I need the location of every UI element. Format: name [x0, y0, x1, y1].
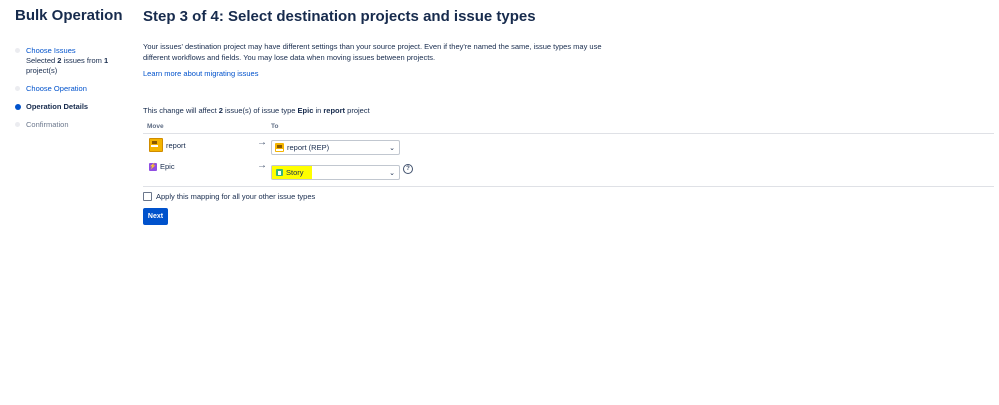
issue-type-select-value: Story — [286, 168, 304, 177]
col-move-header: Move — [147, 123, 164, 130]
step-operation-details: Operation Details — [14, 102, 130, 112]
project-icon — [275, 143, 284, 152]
from-project: report — [149, 138, 186, 152]
col-to-header: To — [271, 123, 279, 130]
step-choose-issues-summary: Selected 2 issues from 1 project(s) — [26, 56, 109, 75]
from-issue-type: ⚡ Epic — [149, 162, 175, 171]
mapping-table: Move To report → report (REP) ⌄ ⚡ Epic →… — [143, 120, 994, 187]
issue-type-select[interactable]: Story ⌄ — [271, 165, 400, 180]
table-row-project: report → report (REP) ⌄ — [143, 134, 994, 160]
step-choose-issues-link[interactable]: Choose Issues — [26, 46, 76, 55]
step-confirmation: Confirmation — [15, 120, 130, 130]
project-select[interactable]: report (REP) ⌄ — [271, 140, 400, 155]
project-icon — [149, 138, 163, 152]
step-operation-details-label: Operation Details — [26, 102, 89, 111]
steps-list: Choose Issues Selected 2 issues from 1 pr… — [14, 46, 130, 138]
apply-mapping-option[interactable]: Apply this mapping for all your other is… — [143, 192, 315, 201]
arrow-icon: → — [257, 137, 267, 148]
sidebar-title: Bulk Operation — [15, 7, 123, 24]
step-dot — [15, 122, 20, 127]
intro-text: Your issues' destination project may hav… — [143, 42, 602, 62]
main-content: Step 3 of 4: Select destination projects… — [143, 0, 999, 405]
story-icon — [276, 169, 283, 176]
step-dot — [15, 48, 20, 53]
affect-summary: This change will affect 2 issue(s) of is… — [143, 106, 370, 115]
step-choose-operation: Choose Operation — [15, 84, 130, 94]
chevron-down-icon: ⌄ — [389, 170, 395, 177]
step-choose-operation-link[interactable]: Choose Operation — [26, 84, 87, 93]
project-select-value: report (REP) — [287, 143, 330, 152]
step-dot — [15, 86, 20, 91]
table-header: Move To — [143, 120, 994, 134]
arrow-icon: → — [257, 160, 267, 171]
epic-icon: ⚡ — [149, 162, 157, 171]
page-title: Step 3 of 4: Select destination projects… — [143, 8, 536, 25]
sidebar: Bulk Operation Choose Issues Selected 2 … — [0, 0, 130, 405]
chevron-down-icon: ⌄ — [389, 145, 395, 152]
table-row-issue-type: ⚡ Epic → Story ⌄ ? — [143, 160, 994, 187]
next-button[interactable]: Next — [143, 208, 168, 225]
apply-mapping-label: Apply this mapping for all your other is… — [156, 192, 316, 201]
learn-more-link[interactable]: Learn more about migrating issues — [143, 69, 258, 78]
step-dot-active — [14, 103, 21, 110]
step-choose-issues: Choose Issues Selected 2 issues from 1 pr… — [15, 46, 130, 76]
step-confirmation-label: Confirmation — [26, 120, 69, 129]
apply-mapping-checkbox[interactable] — [143, 192, 152, 201]
help-icon[interactable]: ? — [403, 164, 413, 174]
